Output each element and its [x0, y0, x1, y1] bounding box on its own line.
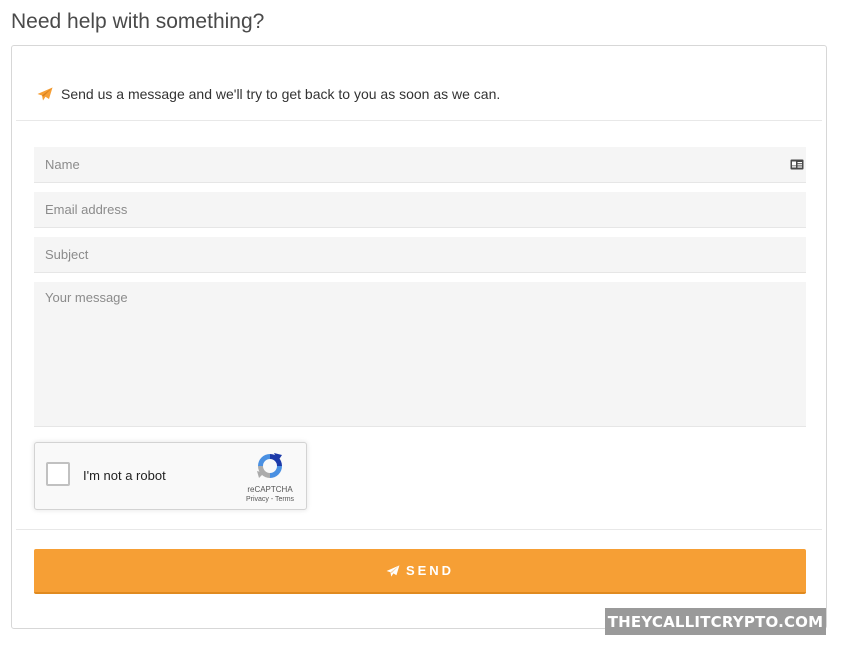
recaptcha-widget: I'm not a robot reCAPTCHA Privacy - Term… — [34, 442, 307, 510]
id-card-icon — [790, 159, 804, 170]
recaptcha-logo-icon — [257, 453, 282, 478]
contact-form-card: Send us a message and we'll try to get b… — [11, 45, 827, 629]
paper-plane-icon — [386, 564, 400, 577]
recaptcha-brand: reCAPTCHA — [247, 485, 293, 494]
subject-field[interactable] — [34, 237, 806, 273]
recaptcha-checkbox[interactable] — [46, 462, 70, 486]
send-button-label: SEND — [405, 563, 455, 578]
footer-divider — [16, 529, 822, 530]
name-field[interactable] — [34, 147, 806, 183]
message-field[interactable] — [34, 282, 806, 427]
recaptcha-label: I'm not a robot — [83, 468, 166, 483]
intro-message: Send us a message and we'll try to get b… — [37, 86, 500, 102]
watermark: THEYCALLITCRYPTO.COM — [605, 608, 826, 635]
recaptcha-privacy-link[interactable]: Privacy — [246, 496, 269, 503]
paper-plane-icon — [37, 87, 53, 101]
email-field[interactable] — [34, 192, 806, 228]
recaptcha-links: Privacy - Terms — [233, 496, 307, 503]
send-button[interactable]: SEND — [34, 549, 806, 594]
page-title: Need help with something? — [11, 10, 265, 33]
recaptcha-terms-link[interactable]: Terms — [275, 496, 294, 503]
intro-text: Send us a message and we'll try to get b… — [61, 86, 501, 102]
card-header: Send us a message and we'll try to get b… — [16, 46, 822, 121]
